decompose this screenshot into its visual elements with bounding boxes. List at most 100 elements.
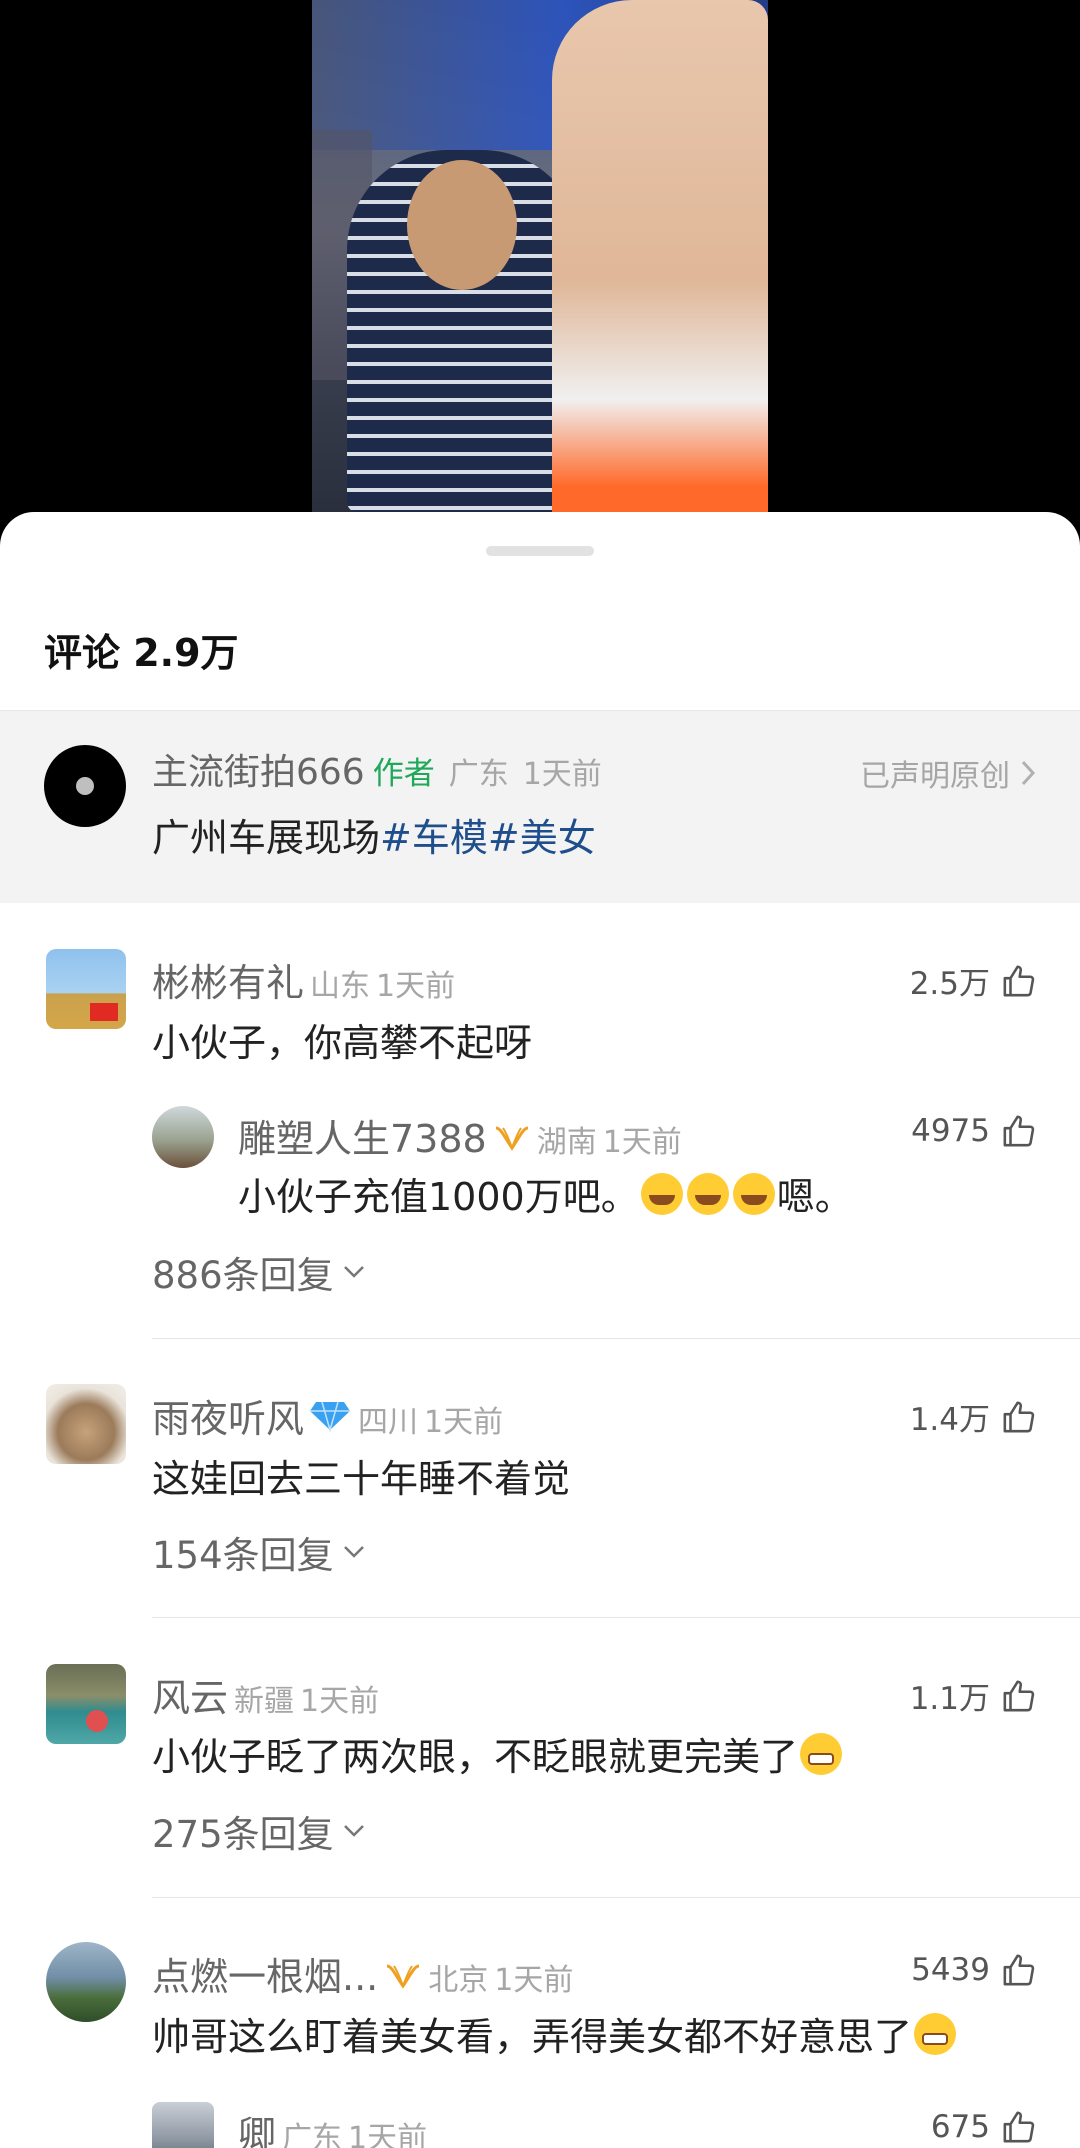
comment-time: 1天前 <box>494 1963 574 1998</box>
original-declaration[interactable]: 已声明原创 <box>860 751 1036 795</box>
comment-location: 四川 <box>358 1405 419 1440</box>
author-time: 1天前 <box>522 757 602 792</box>
like-count: 4975 <box>911 1113 990 1149</box>
expand-replies-button[interactable]: 275条回复 <box>152 1804 366 1858</box>
comments-sheet: 评论 2.9万 主流街拍666 作者 广东 1天前 已声明原创 广州车展现场#车… <box>0 512 1080 2148</box>
avatar[interactable] <box>46 1664 126 1744</box>
expand-replies-button[interactable]: 154条回复 <box>152 1525 366 1579</box>
hashtag-meinv[interactable]: #美女 <box>488 816 596 860</box>
comment-text: 小伙子，你高攀不起呀 <box>152 1021 533 1065</box>
video-person-man-head <box>407 160 517 290</box>
author-post[interactable]: 主流街拍666 作者 广东 1天前 已声明原创 广州车展现场#车模#美女 <box>0 710 1080 903</box>
sub-reply-like-button[interactable]: 4975 <box>911 1113 1036 1149</box>
comment-text-row: 帅哥这么盯着美女看，弄得美女都不好意思了 <box>152 2006 958 2061</box>
expand-replies-button[interactable]: 886条回复 <box>152 1245 366 1299</box>
author-post-text: 广州车展现场#车模#美女 <box>152 807 596 862</box>
sub-reply-text: 小伙子充值1000万吧。 嗯。 <box>238 1166 853 1221</box>
laugh-cry-emoji-icon <box>640 1172 683 1215</box>
comment-location: 山东 <box>310 969 371 1004</box>
author-username[interactable]: 主流街拍666 <box>152 743 365 795</box>
sub-reply-location: 湖南 <box>536 1125 597 1160</box>
vip-badge-icon <box>386 1964 420 1989</box>
vip-badge-icon <box>495 1126 529 1151</box>
comment-location: 北京 <box>428 1963 489 1998</box>
sub-reply-username[interactable]: 雕塑人生7388 <box>238 1108 487 1163</box>
sub-reply-time: 1天前 <box>348 2121 428 2148</box>
sub-reply-avatar[interactable] <box>152 1106 214 1168</box>
like-button[interactable]: 1.4万 <box>910 1394 1036 1439</box>
diamond-badge-icon <box>310 1401 351 1432</box>
comment-username[interactable]: 彬彬有礼 <box>152 952 304 1007</box>
grin-emoji-icon <box>914 2012 957 2055</box>
like-button[interactable]: 1.1万 <box>910 1673 1036 1718</box>
comment-username[interactable]: 雨夜听风 <box>152 1388 304 1443</box>
sub-reply-text-suffix: 嗯。 <box>776 1175 853 1219</box>
video-frame[interactable] <box>312 0 768 512</box>
comment-meta: 雨夜听风 四川 1天前 <box>152 1388 503 1443</box>
comment-text: 小伙子眨了两次眼，不眨眼就更完美了 <box>152 1735 799 1779</box>
chevron-right-icon <box>1021 760 1036 786</box>
like-button[interactable]: 5439 <box>911 1952 1036 1988</box>
comment-time: 1天前 <box>376 969 456 1004</box>
comment-time: 1天前 <box>424 1405 504 1440</box>
chevron-down-icon <box>343 1825 364 1837</box>
comment-location: 新疆 <box>234 1684 295 1719</box>
comment-username[interactable]: 风云 <box>152 1667 228 1722</box>
comment-text: 帅哥这么盯着美女看，弄得美女都不好意思了 <box>152 2015 913 2059</box>
sub-reply-avatar[interactable] <box>152 2102 214 2148</box>
divider <box>152 1338 1080 1339</box>
hashtag-chemo[interactable]: #车模 <box>380 816 488 860</box>
like-button[interactable]: 2.5万 <box>910 958 1036 1003</box>
laugh-cry-emoji-icon <box>732 1172 775 1215</box>
avatar[interactable] <box>46 1942 126 2022</box>
comment-username[interactable]: 点燃一根烟... <box>152 1946 378 2001</box>
grin-emoji-icon <box>800 1732 843 1775</box>
sub-reply-time: 1天前 <box>602 1125 682 1160</box>
comment-time: 1天前 <box>300 1684 380 1719</box>
author-tag: 作者 <box>372 756 435 792</box>
video-person-woman <box>552 0 768 512</box>
comment-text-row: 小伙子眨了两次眼，不眨眼就更完美了 <box>152 1726 844 1781</box>
author-location: 广东 <box>448 757 509 792</box>
sub-reply-text-main: 小伙子充值1000万吧。 <box>238 1175 639 1219</box>
like-count: 2.5万 <box>909 966 990 1002</box>
sub-reply-like-button[interactable]: 675 <box>931 2109 1036 2145</box>
thumbs-up-icon <box>1003 1401 1035 1432</box>
comments-title: 评论 2.9万 <box>44 631 239 675</box>
thumbs-up-icon <box>1003 965 1035 996</box>
video-player[interactable] <box>0 0 1080 560</box>
sub-reply-meta: 卿 广东 1天前 <box>238 2104 427 2148</box>
like-count: 1.1万 <box>909 1681 990 1717</box>
thumbs-up-icon <box>1003 1115 1035 1147</box>
chevron-down-icon <box>343 1546 364 1558</box>
comment-meta: 风云 新疆 1天前 <box>152 1667 379 1722</box>
author-avatar[interactable] <box>44 745 126 827</box>
like-count: 5439 <box>911 1952 990 1988</box>
like-count: 675 <box>930 2109 990 2145</box>
sub-reply-meta: 雕塑人生7388 湖南 1天前 <box>238 1108 682 1163</box>
divider <box>152 1897 1080 1898</box>
thumbs-up-icon <box>1003 1680 1035 1711</box>
author-meta: 主流街拍666 作者 广东 1天前 <box>152 743 602 795</box>
sub-reply-location: 广东 <box>282 2121 343 2148</box>
divider <box>152 1617 1080 1618</box>
sheet-drag-handle[interactable] <box>486 546 594 556</box>
moon-icon <box>76 777 94 795</box>
comment-text: 这娃回去三十年睡不着觉 <box>152 1457 571 1501</box>
laugh-cry-emoji-icon <box>686 1172 729 1215</box>
chevron-down-icon <box>343 1266 364 1278</box>
thumbs-up-icon <box>1003 1954 1035 1986</box>
replies-count: 275条回复 <box>152 1813 334 1856</box>
comment-meta: 点燃一根烟... 北京 1天前 <box>152 1946 573 2001</box>
sub-reply-username[interactable]: 卿 <box>238 2104 276 2148</box>
avatar[interactable] <box>46 1384 126 1464</box>
comment-meta: 彬彬有礼 山东 1天前 <box>152 952 455 1007</box>
like-count: 1.4万 <box>909 1402 990 1438</box>
flag-icon <box>90 1003 118 1021</box>
author-post-plain: 广州车展现场 <box>152 816 381 860</box>
avatar-figure <box>86 1710 108 1732</box>
replies-count: 886条回复 <box>152 1254 334 1297</box>
original-label: 已声明原创 <box>860 759 1010 794</box>
avatar[interactable] <box>46 949 126 1029</box>
thumbs-up-icon <box>1003 2111 1035 2143</box>
